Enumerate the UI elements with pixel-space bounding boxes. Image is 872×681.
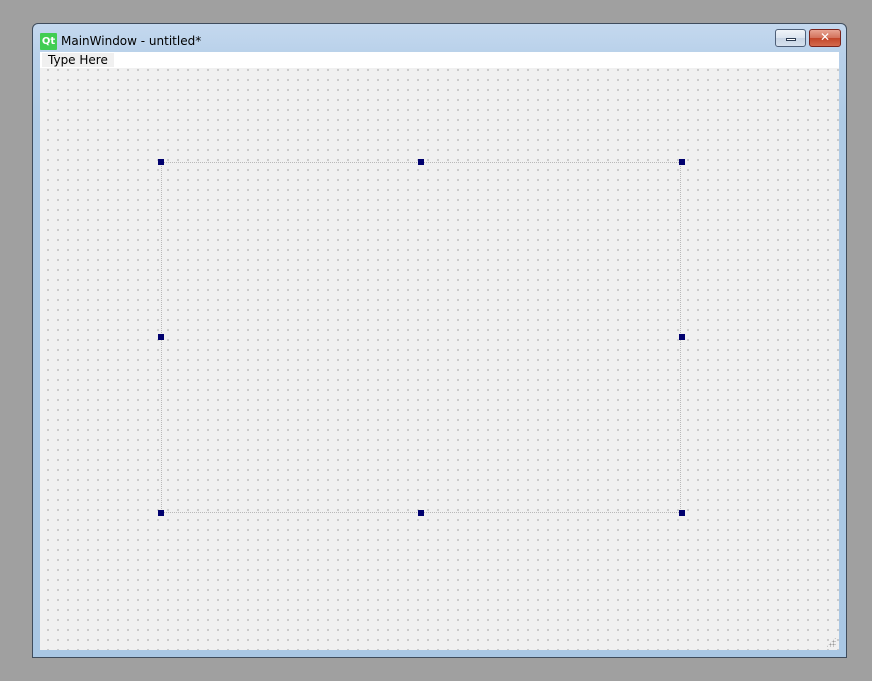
menu-type-here[interactable]: Type Here <box>42 53 114 67</box>
resize-handle-bottom-left[interactable] <box>158 510 164 516</box>
resize-handle-right[interactable] <box>679 334 685 340</box>
resize-handle-top[interactable] <box>418 159 424 165</box>
selected-widget[interactable] <box>161 162 681 513</box>
resize-handle-bottom[interactable] <box>418 510 424 516</box>
resize-handle-bottom-right[interactable] <box>679 510 685 516</box>
size-grip-icon[interactable] <box>826 637 836 647</box>
resize-handle-left[interactable] <box>158 334 164 340</box>
minimize-icon <box>786 38 796 41</box>
resize-handle-top-left[interactable] <box>158 159 164 165</box>
menu-bar: Type Here <box>40 52 839 68</box>
minimize-button[interactable] <box>775 29 806 47</box>
close-icon: ✕ <box>819 30 831 44</box>
qt-app-icon: Qt <box>40 33 57 50</box>
close-button[interactable]: ✕ <box>809 29 841 47</box>
main-window[interactable]: Qt MainWindow - untitled* ✕ Type Here <box>32 23 847 658</box>
resize-handle-top-right[interactable] <box>679 159 685 165</box>
title-bar[interactable]: Qt MainWindow - untitled* ✕ <box>33 24 846 52</box>
form-canvas[interactable]: Type Here <box>40 52 839 650</box>
window-title: MainWindow - untitled* <box>61 34 202 48</box>
